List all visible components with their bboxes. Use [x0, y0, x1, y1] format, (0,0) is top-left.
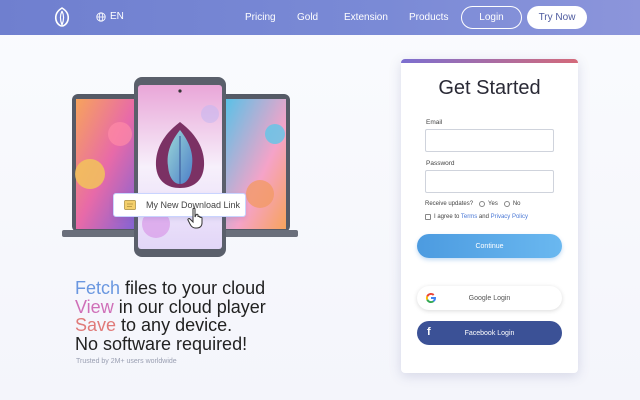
- google-icon: [425, 293, 436, 303]
- try-now-button[interactable]: Try Now: [527, 6, 587, 29]
- google-login-label: Google Login: [468, 294, 511, 302]
- nav-link-products[interactable]: Products: [409, 12, 448, 23]
- card-title: Get Started: [438, 77, 541, 99]
- google-login-button[interactable]: Google Login: [417, 286, 562, 310]
- agree-terms-row: I agree to Terms and Privacy Policy: [425, 214, 528, 220]
- terms-link[interactable]: Terms: [461, 214, 477, 220]
- password-label: Password: [426, 160, 455, 167]
- facebook-login-label: Facebook Login: [464, 329, 515, 337]
- updates-radio-group: Receive updates? Yes No: [425, 201, 521, 207]
- email-field[interactable]: [425, 129, 554, 152]
- updates-yes-label: Yes: [488, 201, 498, 207]
- facebook-icon: f: [427, 326, 431, 338]
- hero-tagline: Fetch files to your cloud View in our cl…: [75, 279, 266, 353]
- tagline-fetch-keyword: Fetch: [75, 278, 121, 298]
- file-icon: [124, 200, 136, 210]
- logo-icon[interactable]: [51, 6, 73, 28]
- top-navbar: EN Pricing Gold Extension Products Login…: [0, 0, 640, 35]
- updates-yes-radio[interactable]: [479, 201, 486, 207]
- updates-no-radio[interactable]: [503, 201, 510, 207]
- tagline-line4: No software required!: [75, 333, 248, 354]
- continue-button[interactable]: Continue: [417, 234, 562, 258]
- tagline-view-keyword: View: [75, 296, 114, 317]
- nav-link-extension[interactable]: Extension: [344, 12, 388, 23]
- trusted-by-text: Trusted by 2M+ users worldwide: [76, 358, 177, 365]
- tagline-line3: to any device.: [116, 315, 233, 335]
- agree-prefix: I agree to: [434, 214, 461, 220]
- language-selector[interactable]: EN: [96, 11, 124, 22]
- language-label: EN: [110, 11, 124, 22]
- tagline-save-keyword: Save: [75, 315, 117, 335]
- updates-label: Receive updates?: [425, 201, 474, 207]
- email-label: Email: [426, 119, 443, 126]
- agree-and: and: [477, 214, 491, 220]
- nav-link-pricing[interactable]: Pricing: [245, 12, 276, 23]
- updates-no-label: No: [512, 201, 521, 207]
- download-link-chip: My New Download Link: [113, 193, 246, 217]
- nav-link-gold[interactable]: Gold: [297, 12, 318, 23]
- facebook-login-button[interactable]: f Facebook Login: [417, 321, 562, 345]
- password-field[interactable]: [425, 170, 554, 193]
- card-accent-bar: [401, 59, 578, 63]
- globe-icon: [96, 11, 106, 22]
- agree-terms-checkbox[interactable]: [425, 214, 431, 220]
- login-button[interactable]: Login: [461, 6, 522, 29]
- tagline-line2: in our cloud player: [113, 296, 266, 317]
- pointer-hand-icon: [187, 207, 203, 229]
- devices-illustration: [62, 77, 298, 257]
- tagline-line1: files to your cloud: [120, 278, 266, 298]
- signup-card: Get Started Email Password Receive updat…: [401, 59, 578, 373]
- privacy-policy-link[interactable]: Privacy Policy: [491, 214, 528, 220]
